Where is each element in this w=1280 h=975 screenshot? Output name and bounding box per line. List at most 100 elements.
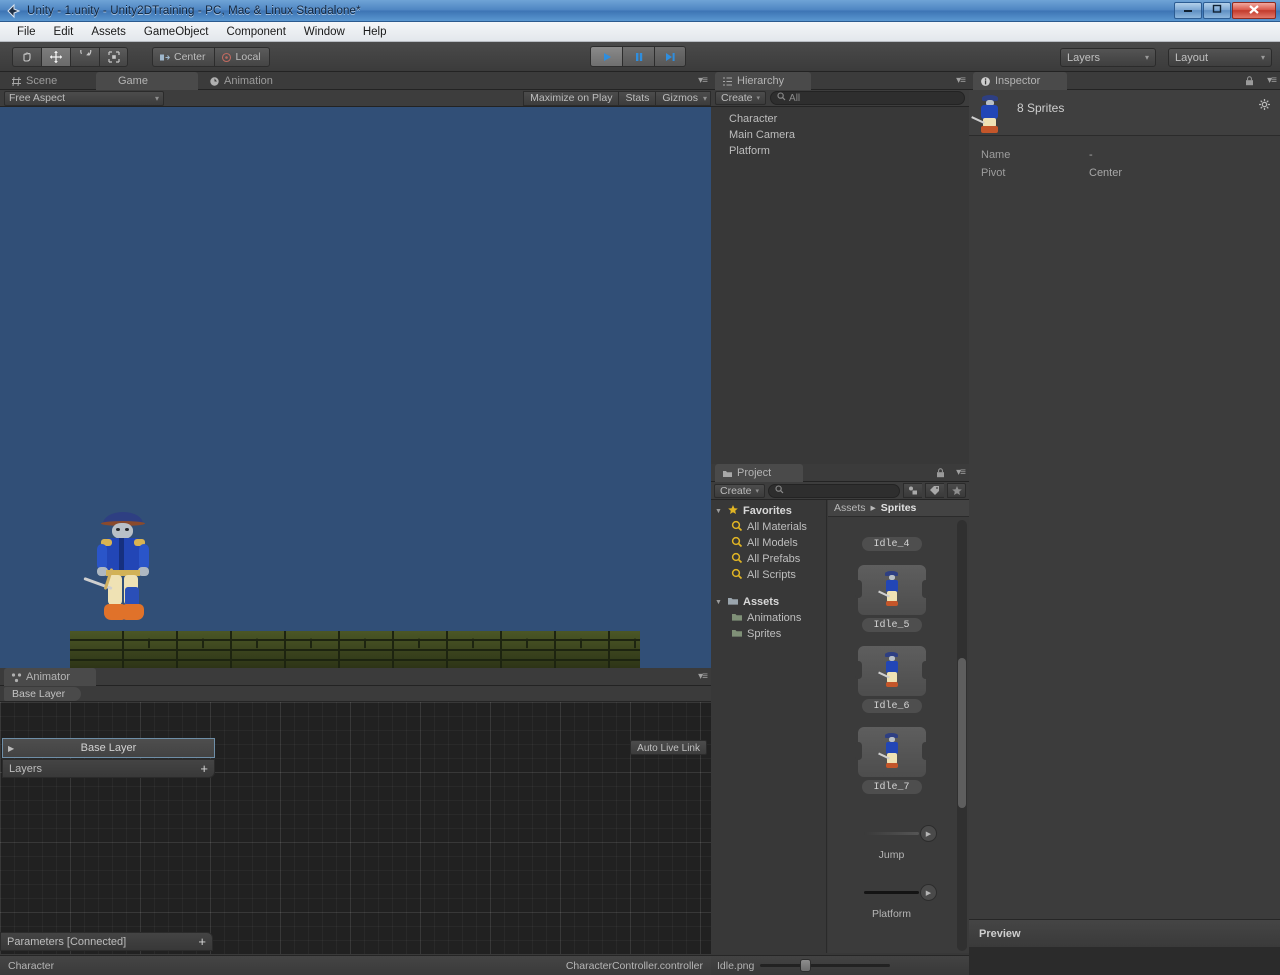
property-key: Pivot	[981, 167, 1006, 179]
hierarchy-panel: Hierarchy ▾≡ Create ▾ All Character Main…	[711, 72, 969, 464]
add-parameter-button[interactable]: +	[198, 935, 206, 948]
game-view-canvas[interactable]	[0, 107, 711, 668]
game-view-options-menu[interactable]: ▾≡	[698, 75, 708, 86]
play-button[interactable]	[590, 46, 622, 67]
scale-tool-button[interactable]	[99, 47, 128, 67]
step-button[interactable]	[654, 46, 686, 67]
play-icon[interactable]: ▶	[920, 825, 937, 842]
asset-thumbnail	[854, 646, 929, 696]
asset-item-idle5[interactable]: Idle_5	[828, 565, 955, 632]
filter-by-type-button[interactable]	[903, 483, 922, 498]
tree-item-all-scripts[interactable]: All Scripts	[711, 567, 826, 583]
stats-toggle[interactable]: Stats	[618, 90, 656, 106]
add-layer-button[interactable]: +	[200, 762, 208, 775]
pause-button[interactable]	[622, 46, 654, 67]
tree-item-sprites[interactable]: Sprites	[711, 626, 826, 642]
hierarchy-options-menu[interactable]: ▾≡	[956, 75, 966, 86]
asset-item-platform[interactable]: ▶ Platform	[828, 883, 955, 920]
menu-item-edit[interactable]: Edit	[45, 24, 83, 40]
chevron-down-icon: ▾	[1260, 53, 1265, 62]
auto-live-link-toggle[interactable]: Auto Live Link	[630, 740, 707, 755]
maximize-button[interactable]	[1203, 2, 1231, 19]
menu-item-file[interactable]: File	[8, 24, 45, 40]
property-value[interactable]: Center	[1089, 167, 1122, 179]
asset-size-slider[interactable]	[760, 959, 891, 972]
tree-item-all-models[interactable]: All Models	[711, 535, 826, 551]
menu-item-assets[interactable]: Assets	[82, 24, 135, 40]
filter-by-label-button[interactable]	[925, 483, 944, 498]
layer-row-base-layer[interactable]: ▶ Base Layer	[2, 738, 215, 758]
hierarchy-create-dropdown[interactable]: Create ▾	[715, 91, 767, 105]
project-options-menu[interactable]: ▾≡	[956, 467, 966, 478]
project-search-input[interactable]	[768, 483, 900, 498]
slider-knob[interactable]	[800, 959, 812, 972]
hierarchy-icon	[722, 76, 733, 87]
gear-icon[interactable]	[1258, 95, 1272, 121]
animator-state-graph[interactable]: Auto Live Link ▶ Base Layer Layers +	[0, 702, 711, 954]
tab-hierarchy[interactable]: Hierarchy	[715, 72, 811, 90]
close-button[interactable]	[1232, 2, 1276, 19]
pivot-group: Center Local	[152, 47, 270, 67]
animator-options-menu[interactable]: ▾≡	[698, 671, 708, 682]
tree-item-all-materials[interactable]: All Materials	[711, 519, 826, 535]
menu-item-help[interactable]: Help	[354, 24, 396, 40]
aspect-ratio-label: Free Aspect	[9, 92, 66, 104]
hierarchy-search-input[interactable]: All	[770, 91, 965, 105]
maximize-on-play-toggle[interactable]: Maximize on Play	[523, 90, 619, 106]
folder-icon	[731, 611, 743, 626]
search-icon	[775, 484, 784, 497]
animator-layers-box: ▶ Base Layer Layers +	[2, 738, 217, 782]
rotate-tool-button[interactable]	[70, 47, 99, 67]
inspector-tabrow: Inspector ▾≡	[969, 72, 1280, 90]
breadcrumb-assets[interactable]: Assets	[834, 502, 866, 514]
tab-inspector[interactable]: Inspector	[973, 72, 1067, 90]
save-search-button[interactable]	[947, 483, 966, 498]
asset-grid[interactable]: Idle_4 Idle_5 Idle_6 Idle_7 ▶ Jump ▶ Pla…	[828, 518, 955, 953]
platform-sprite	[70, 631, 640, 668]
property-value[interactable]: -	[1089, 149, 1093, 161]
inspector-options-menu[interactable]: ▾≡	[1267, 75, 1277, 86]
star-icon	[727, 504, 739, 519]
asset-item-idle7[interactable]: Idle_7	[828, 727, 955, 794]
tree-item-animations[interactable]: Animations	[711, 610, 826, 626]
tab-project[interactable]: Project	[715, 464, 803, 482]
menu-item-window[interactable]: Window	[295, 24, 354, 40]
hierarchy-toolbar: Create ▾ All	[711, 90, 969, 107]
menu-item-gameobject[interactable]: GameObject	[135, 24, 218, 40]
pivot-mode-button[interactable]: Center	[152, 47, 214, 67]
tab-animator[interactable]: Animator	[4, 668, 96, 686]
tree-group-assets[interactable]: ▼ Assets	[711, 594, 826, 610]
play-icon[interactable]: ▶	[920, 884, 937, 901]
step-forward-icon	[666, 52, 675, 61]
lock-icon[interactable]	[1245, 76, 1254, 88]
hierarchy-item-character[interactable]: Character	[711, 111, 969, 127]
gizmos-dropdown[interactable]: Gizmos ▾	[655, 90, 711, 106]
asset-grid-scrollbar[interactable]	[957, 520, 967, 951]
tab-project-label: Project	[737, 467, 772, 479]
pivot-rotation-button[interactable]: Local	[213, 47, 270, 67]
tab-game[interactable]: Game	[96, 72, 198, 90]
menu-item-component[interactable]: Component	[217, 24, 294, 40]
layout-dropdown[interactable]: Layout ▾	[1168, 48, 1272, 67]
rotate-icon	[80, 50, 92, 56]
hierarchy-item-platform[interactable]: Platform	[711, 143, 969, 159]
tree-favorites-label: Favorites	[743, 505, 792, 517]
asset-item-idle4[interactable]: Idle_4	[828, 537, 955, 551]
tree-item-all-prefabs[interactable]: All Prefabs	[711, 551, 826, 567]
tree-group-favorites[interactable]: ▼ Favorites	[711, 503, 826, 519]
asset-item-idle6[interactable]: Idle_6	[828, 646, 955, 713]
breadcrumb-base-layer[interactable]: Base Layer	[4, 687, 82, 701]
hierarchy-item-main-camera[interactable]: Main Camera	[711, 127, 969, 143]
lock-icon[interactable]	[936, 468, 945, 480]
aspect-ratio-dropdown[interactable]: Free Aspect ▾	[4, 90, 164, 106]
move-tool-button[interactable]	[41, 47, 70, 67]
inspector-preview-bar[interactable]: Preview	[969, 919, 1280, 947]
scrollbar-thumb[interactable]	[958, 658, 966, 808]
asset-item-jump[interactable]: ▶ Jump	[828, 824, 955, 861]
layers-dropdown[interactable]: Layers ▾	[1060, 48, 1156, 67]
tab-scene[interactable]: Scene	[4, 72, 92, 90]
minimize-button[interactable]	[1174, 2, 1202, 19]
tab-animation[interactable]: Animation	[202, 72, 298, 90]
hand-tool-button[interactable]	[12, 47, 41, 67]
project-create-dropdown[interactable]: Create ▾	[714, 483, 766, 498]
